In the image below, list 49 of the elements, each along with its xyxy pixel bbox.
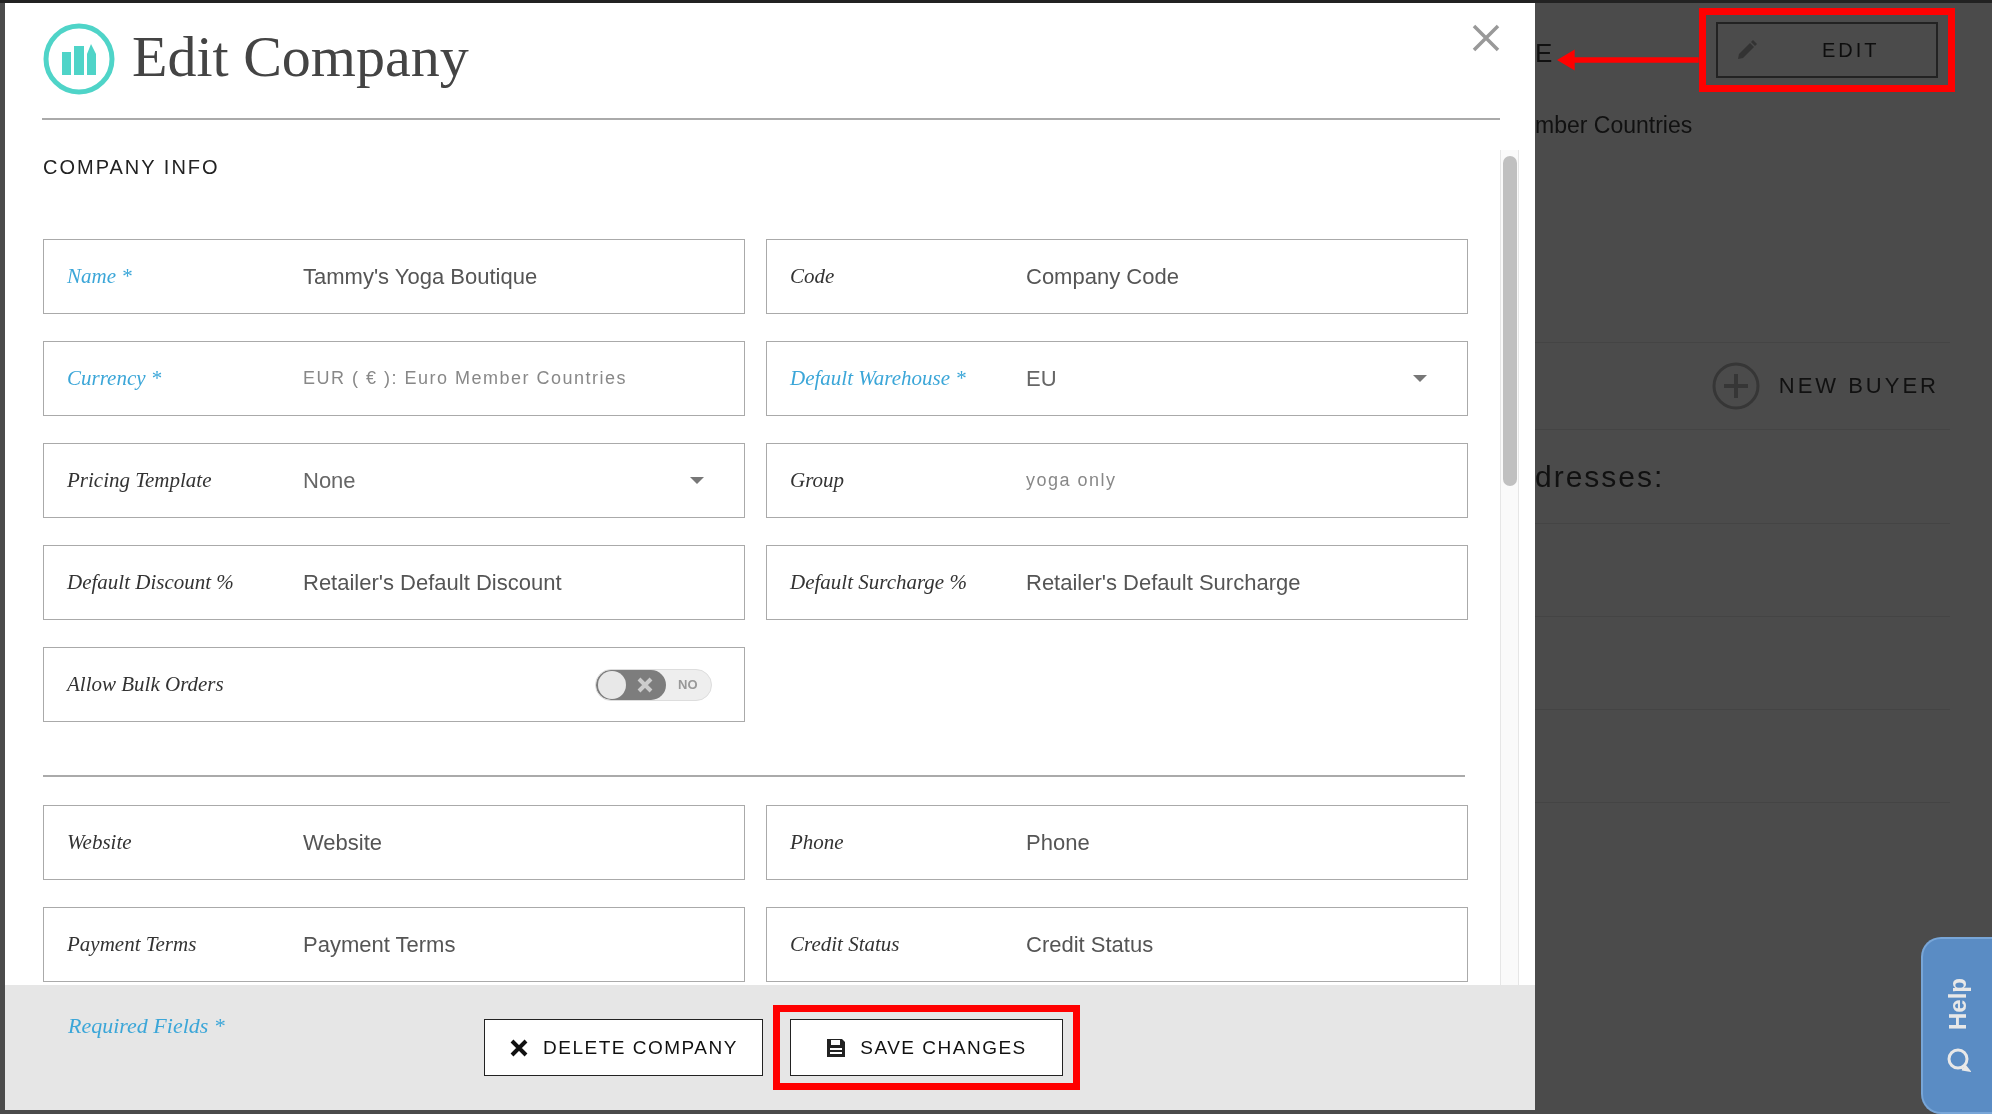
field-label: Default Surcharge % (790, 570, 968, 595)
input-field[interactable]: Company Code (1026, 259, 1437, 294)
input-field[interactable]: Website (303, 825, 714, 860)
field-label: Credit Status (790, 932, 901, 957)
required-note: Required Fields * (68, 1013, 226, 1039)
section-title: COMPANY INFO (43, 156, 221, 179)
section-heading: dresses: (1535, 458, 1666, 495)
caret-icon (690, 477, 704, 484)
background-text: mber Countries (1535, 112, 1694, 139)
company-logo-icon (42, 21, 116, 96)
field-label: Currency * (67, 366, 163, 391)
heading-text: E (1535, 38, 1555, 69)
field-label: Default Discount % (67, 570, 235, 595)
field-label: Name * (67, 264, 133, 289)
x-icon (636, 675, 654, 694)
dropdown[interactable]: None (303, 463, 714, 498)
text-field[interactable]: Credit Status Credit Status (766, 907, 1468, 982)
text-field[interactable]: Default Surcharge % Retailer's Default Surcharge (766, 545, 1468, 620)
field-label: Default Warehouse * (790, 366, 967, 391)
caret-icon (1413, 375, 1427, 382)
close-icon[interactable] (1472, 23, 1500, 52)
input-field[interactable]: Retailer's Default Discount (303, 565, 714, 600)
field-value: yoga only (1026, 470, 1117, 491)
input-field[interactable]: Retailer's Default Surcharge (1026, 565, 1437, 600)
text-field[interactable]: Phone Phone (766, 805, 1468, 880)
text-field[interactable]: Default Discount % Retailer's Default Discount (43, 545, 745, 620)
field-label: Pricing Template (67, 468, 213, 493)
field-value: EUR ( € ): Euro Member Countries (303, 368, 628, 389)
field-label: Website (67, 830, 133, 855)
input-field[interactable]: Payment Terms (303, 927, 714, 962)
x-icon (509, 1037, 530, 1058)
pencil-icon (1736, 39, 1758, 61)
input-field[interactable]: Phone (1026, 825, 1437, 860)
input-field[interactable]: Tammy's Yoga Boutique (303, 259, 714, 294)
save-button[interactable]: SAVE CHANGES (790, 1019, 1063, 1076)
text-field[interactable]: Website Website (43, 805, 745, 880)
dropdown[interactable]: EU (1026, 361, 1437, 396)
field-label: Payment Terms (67, 932, 198, 957)
field-label: Code (790, 264, 836, 289)
text-field[interactable]: Code Company Code (766, 239, 1468, 314)
delete-button[interactable]: DELETE COMPANY (484, 1019, 763, 1076)
field-label: Allow Bulk Orders (67, 672, 225, 697)
field-label: Phone (790, 830, 845, 855)
field-label: Group (790, 468, 846, 493)
text-field[interactable]: Name * Tammy's Yoga Boutique (43, 239, 745, 314)
text-field[interactable]: Payment Terms Payment Terms (43, 907, 745, 982)
input-field[interactable]: Credit Status (1026, 927, 1437, 962)
modal-title: Edit Company (132, 23, 469, 90)
scrollbar[interactable] (1500, 150, 1519, 985)
